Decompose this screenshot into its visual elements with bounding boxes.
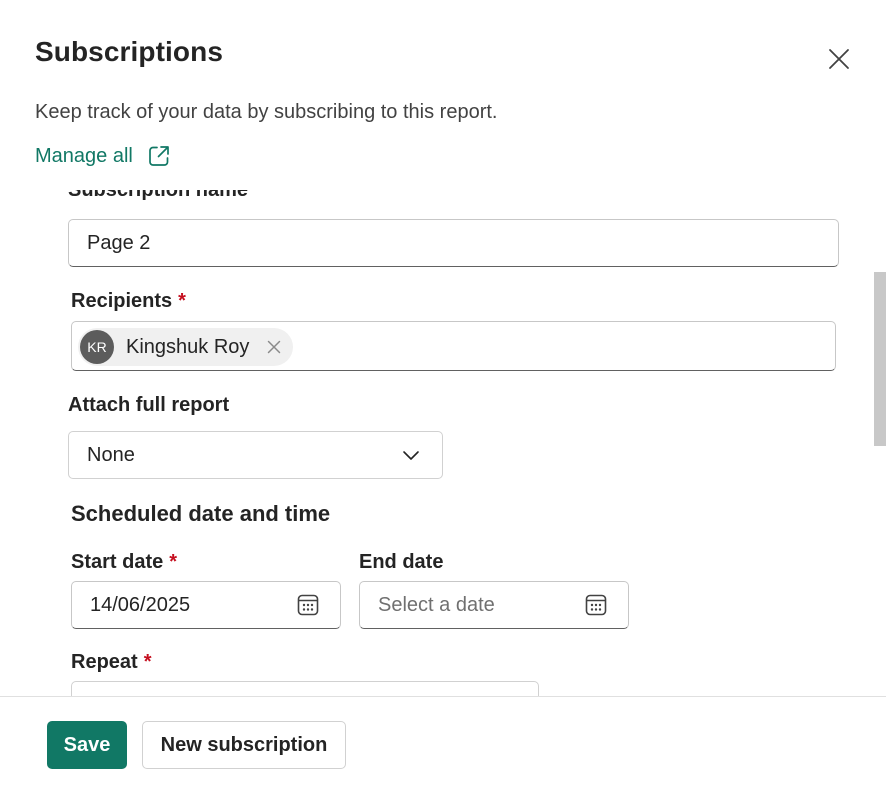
recipient-chip[interactable]: KR Kingshuk Roy bbox=[78, 328, 294, 366]
open-in-new-icon bbox=[148, 146, 169, 166]
attach-full-report-dropdown[interactable]: None bbox=[68, 431, 443, 479]
repeat-dropdown[interactable] bbox=[71, 681, 539, 696]
footer-divider bbox=[0, 696, 886, 697]
repeat-label: Repeat * bbox=[71, 651, 152, 673]
start-date-value: 14/06/2025 bbox=[90, 593, 191, 616]
subscription-name-label: Subscription name bbox=[68, 190, 248, 200]
dismiss-icon bbox=[268, 340, 281, 354]
subscription-name-value: Page 2 bbox=[87, 231, 151, 254]
remove-recipient-button[interactable] bbox=[267, 340, 281, 354]
schedule-section-title: Scheduled date and time bbox=[71, 501, 331, 526]
calendar-icon bbox=[297, 594, 319, 616]
end-date-label: End date bbox=[359, 551, 444, 573]
avatar: KR bbox=[80, 330, 114, 364]
close-icon bbox=[829, 49, 849, 69]
start-date-label: Start date * bbox=[71, 551, 178, 573]
manage-all-label: Manage all bbox=[35, 144, 133, 167]
end-date-calendar-button[interactable] bbox=[584, 593, 608, 617]
close-button[interactable] bbox=[822, 42, 856, 76]
recipients-label: Recipients * bbox=[71, 290, 186, 312]
panel-title: Subscriptions bbox=[35, 36, 223, 67]
start-date-input[interactable]: 14/06/2025 bbox=[71, 581, 341, 629]
manage-all-link[interactable]: Manage all bbox=[35, 144, 171, 168]
start-date-calendar-button[interactable] bbox=[296, 593, 320, 617]
subscription-name-input[interactable]: Page 2 bbox=[68, 219, 839, 267]
calendar-icon bbox=[585, 594, 607, 616]
attach-full-report-value: None bbox=[87, 443, 135, 466]
panel-description: Keep track of your data by subscribing t… bbox=[35, 101, 498, 123]
end-date-input[interactable]: Select a date bbox=[359, 581, 629, 629]
recipients-input[interactable]: KR Kingshuk Roy bbox=[71, 321, 836, 371]
subscriptions-panel: Subscriptions Keep track of your data by… bbox=[0, 0, 886, 804]
scrollbar-thumb[interactable] bbox=[874, 272, 886, 446]
new-subscription-button[interactable]: New subscription bbox=[142, 721, 346, 769]
attach-full-report-label: Attach full report bbox=[68, 394, 230, 416]
save-button[interactable]: Save bbox=[47, 721, 127, 769]
recipient-name: Kingshuk Roy bbox=[126, 335, 250, 358]
form-scroll-area[interactable]: Subscription name Page 2 Recipients* KR … bbox=[0, 190, 886, 696]
end-date-placeholder: Select a date bbox=[378, 593, 495, 616]
chevron-down-icon bbox=[403, 451, 419, 460]
